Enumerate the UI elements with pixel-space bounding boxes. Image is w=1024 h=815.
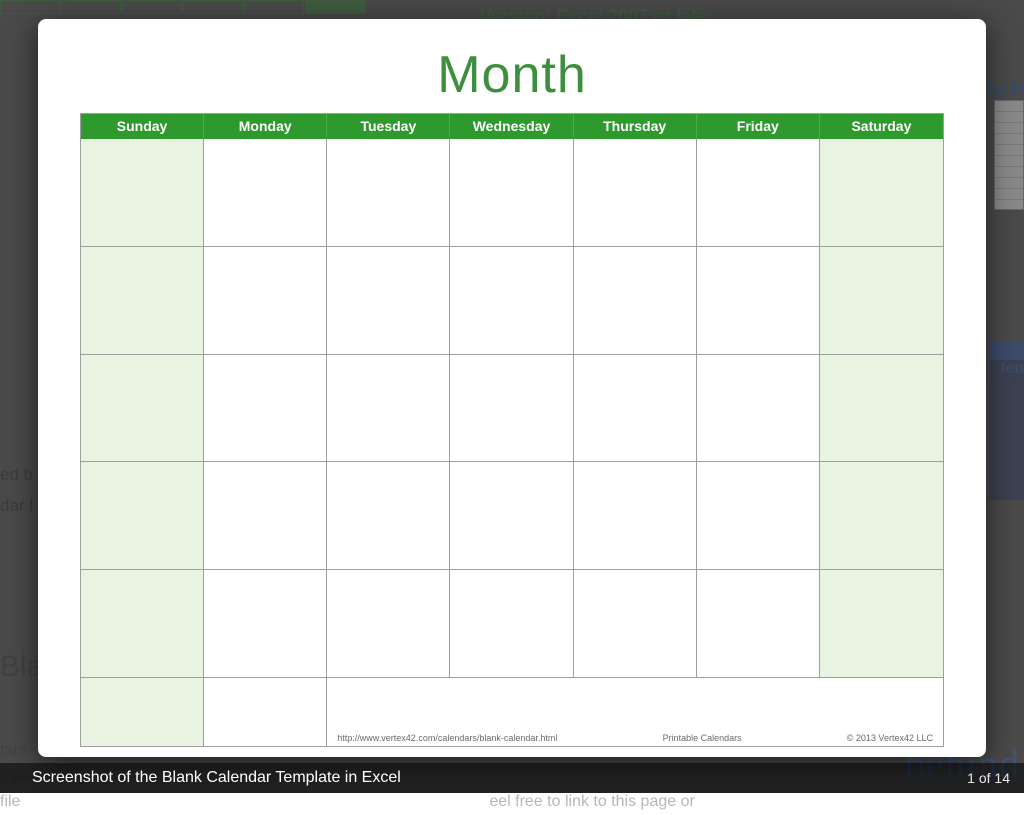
calendar-cell bbox=[820, 570, 943, 678]
calendar-cell bbox=[574, 355, 697, 463]
calendar-cell bbox=[450, 462, 573, 570]
calendar-cell bbox=[204, 355, 327, 463]
calendar-footer-pad bbox=[204, 678, 327, 746]
calendar-grid: Sunday Monday Tuesday Wednesday Thursday… bbox=[80, 113, 944, 747]
calendar-footer-pad bbox=[81, 678, 204, 746]
calendar-cell bbox=[820, 462, 943, 570]
calendar-footer-row: http://www.vertex42.com/calendars/blank-… bbox=[81, 678, 943, 746]
calendar-footer-label: Printable Calendars bbox=[663, 733, 742, 743]
calendar-cell bbox=[574, 570, 697, 678]
calendar-footer-url: http://www.vertex42.com/calendars/blank-… bbox=[337, 733, 557, 743]
calendar-cell bbox=[327, 247, 450, 355]
calendar-cell bbox=[697, 462, 820, 570]
calendar-cell bbox=[204, 462, 327, 570]
calendar-cell bbox=[81, 247, 204, 355]
calendar-cell bbox=[204, 247, 327, 355]
background-right-thumbnail-2 bbox=[990, 360, 1024, 500]
calendar-cell bbox=[450, 139, 573, 247]
calendar-cell bbox=[204, 139, 327, 247]
calendar-cell bbox=[574, 247, 697, 355]
calendar-cell bbox=[204, 570, 327, 678]
calendar-cell bbox=[327, 570, 450, 678]
calendar-cell bbox=[574, 139, 697, 247]
calendar-cell bbox=[81, 139, 204, 247]
background-left-text: ed b dar l bbox=[0, 460, 33, 521]
calendar-cell bbox=[327, 462, 450, 570]
day-header-thursday: Thursday bbox=[574, 114, 697, 139]
day-header-tuesday: Tuesday bbox=[327, 114, 450, 139]
calendar-cell bbox=[820, 355, 943, 463]
calendar-footer-copyright: © 2013 Vertex42 LLC bbox=[847, 733, 933, 743]
calendar-cell bbox=[450, 570, 573, 678]
calendar-cell bbox=[81, 355, 204, 463]
calendar-cell bbox=[697, 139, 820, 247]
day-header-monday: Monday bbox=[204, 114, 327, 139]
calendar-cell bbox=[327, 139, 450, 247]
calendar-cell bbox=[450, 355, 573, 463]
background-heading-fragment: Bla bbox=[0, 650, 43, 684]
calendar-cell bbox=[81, 570, 204, 678]
calendar-cell bbox=[697, 247, 820, 355]
day-header-sunday: Sunday bbox=[81, 114, 204, 139]
lightbox-caption-bar: Screenshot of the Blank Calendar Templat… bbox=[0, 763, 1024, 793]
calendar-cell bbox=[450, 247, 573, 355]
day-header-friday: Friday bbox=[697, 114, 820, 139]
calendar-body bbox=[81, 139, 943, 678]
calendar-cell bbox=[697, 355, 820, 463]
calendar-cell bbox=[81, 462, 204, 570]
calendar-cell bbox=[574, 462, 697, 570]
lightbox-caption: Screenshot of the Blank Calendar Templat… bbox=[32, 769, 401, 787]
calendar-footer-text: http://www.vertex42.com/calendars/blank-… bbox=[327, 678, 943, 746]
calendar-cell bbox=[327, 355, 450, 463]
day-header-saturday: Saturday bbox=[820, 114, 943, 139]
calendar-cell bbox=[820, 247, 943, 355]
calendar-cell bbox=[697, 570, 820, 678]
day-header-wednesday: Wednesday bbox=[450, 114, 573, 139]
lightbox-image: Month Sunday Monday Tuesday Wednesday Th… bbox=[38, 19, 986, 757]
lightbox-counter: 1 of 14 bbox=[967, 770, 1010, 786]
background-right-thumbnail-1 bbox=[994, 100, 1024, 210]
calendar-header-row: Sunday Monday Tuesday Wednesday Thursday… bbox=[81, 114, 943, 139]
background-tabs bbox=[0, 0, 366, 16]
calendar-cell bbox=[820, 139, 943, 247]
calendar-title: Month bbox=[80, 45, 944, 105]
